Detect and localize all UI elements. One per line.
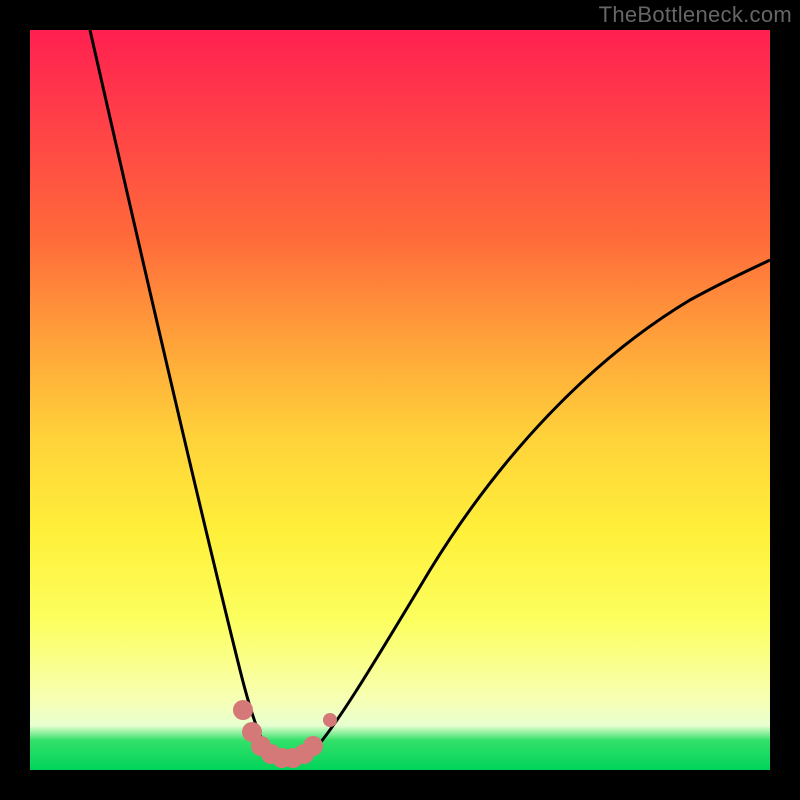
watermark-text: TheBottleneck.com (599, 2, 792, 28)
optimal-band-markers (233, 700, 337, 768)
plot-area (30, 30, 770, 770)
chart-svg (30, 30, 770, 770)
bottleneck-curve (90, 30, 770, 762)
chart-frame: TheBottleneck.com (0, 0, 800, 800)
